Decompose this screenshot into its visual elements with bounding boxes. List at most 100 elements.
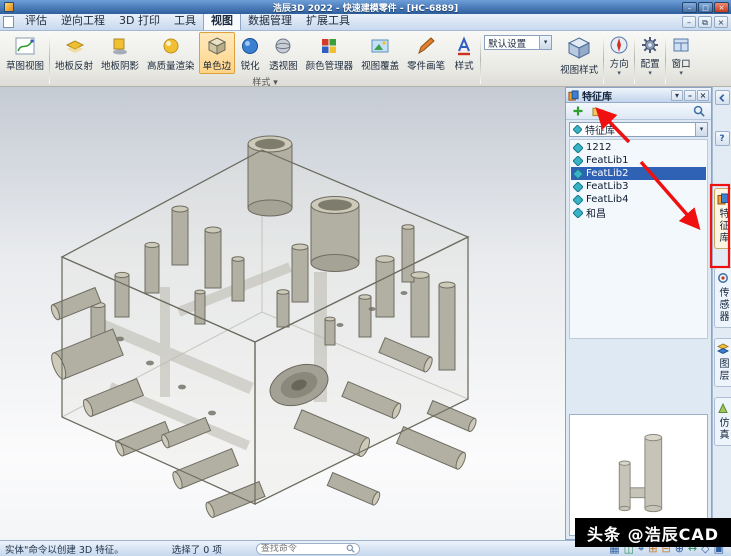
- perspective-icon: [275, 38, 291, 54]
- floor-reflection-button[interactable]: 地板反射: [51, 32, 97, 74]
- rail-tab-sensors[interactable]: 传感器: [713, 267, 731, 328]
- search-icon: [693, 105, 705, 117]
- color-manager-button[interactable]: 颜色管理器: [302, 32, 358, 74]
- list-item[interactable]: 1212: [571, 141, 706, 154]
- orientation-button[interactable]: 方向 ▾: [605, 32, 633, 78]
- document-icon[interactable]: [3, 16, 14, 28]
- menu-bar: 评估 逆向工程 3D 打印 工具 视图 数据管理 扩展工具 – ⧉ ×: [0, 10, 731, 31]
- ribbon-separator: [49, 34, 51, 84]
- list-item-selected[interactable]: FeatLib2: [571, 167, 706, 180]
- list-item[interactable]: FeatLib3: [571, 180, 706, 193]
- ribbon-separator: [603, 34, 605, 84]
- rail-tab-feature-library[interactable]: 特征库: [713, 188, 731, 249]
- dropdown-arrow-icon[interactable]: ▾: [695, 123, 707, 136]
- feature-library-panel: 特征库 ▾ – × 特征库 ▾ 1212 FeatLib1 FeatLib2 F…: [565, 87, 712, 540]
- panel-menu-button[interactable]: ▾: [671, 89, 683, 101]
- minimize-button[interactable]: –: [682, 1, 697, 13]
- panel-toolbar: [566, 103, 711, 120]
- ribbon-separator: [665, 34, 667, 84]
- panel-close-button[interactable]: ×: [697, 89, 709, 101]
- maximize-button[interactable]: □: [698, 1, 713, 13]
- sketch-view-button[interactable]: 草图视图: [2, 32, 48, 74]
- hq-render-icon: [163, 38, 179, 54]
- feature-library-icon: [717, 193, 728, 205]
- chevron-left-icon: [719, 93, 725, 102]
- library-item-icon: [573, 168, 583, 179]
- style-group-label[interactable]: 样式 ▾: [51, 75, 479, 88]
- sharpen-button[interactable]: 锐化: [235, 32, 265, 74]
- close-button[interactable]: ×: [714, 1, 729, 13]
- style-button[interactable]: 样式: [449, 32, 479, 74]
- search-icon: [346, 544, 355, 553]
- floor-shadow-button[interactable]: 地板阴影: [97, 32, 143, 74]
- part-brush-button[interactable]: 零件画笔: [403, 32, 449, 74]
- library-item-icon: [573, 207, 583, 218]
- floor-shadow-icon: [113, 38, 128, 55]
- layers-icon: [716, 343, 729, 355]
- combobox-arrow-icon[interactable]: ▾: [539, 36, 552, 49]
- library-item-icon: [573, 181, 583, 192]
- list-item[interactable]: 和昌: [571, 206, 706, 220]
- edge-bar: ? 特征库 传感器 图层 仿真: [712, 87, 731, 540]
- mono-edge-cube-icon: [207, 37, 226, 55]
- ribbon-separator: [634, 34, 636, 84]
- style-letter-icon: [458, 36, 471, 56]
- library-item-icon: [573, 142, 583, 153]
- sketch-view-icon: [15, 37, 35, 55]
- plus-icon: [573, 106, 583, 116]
- render-setting-combobox[interactable]: 默认设置 ▾: [484, 35, 553, 50]
- folder-icon: [592, 107, 604, 117]
- view-overlay-icon: [371, 39, 389, 53]
- rail-tab-layers[interactable]: 图层: [713, 338, 731, 387]
- panel-title: 特征库: [582, 91, 612, 103]
- panel-pin-button[interactable]: –: [684, 89, 696, 101]
- window-button[interactable]: 窗口 ▾: [667, 32, 695, 78]
- child-restore-button[interactable]: ⧉: [698, 16, 712, 28]
- window-panes-icon: [673, 38, 689, 52]
- window-title: 浩辰3D 2022 - 快速建模零件 - [HC-6889]: [272, 3, 459, 14]
- hq-render-button[interactable]: 高质量渲染: [143, 32, 199, 74]
- mono-edge-button[interactable]: 单色边: [198, 32, 236, 74]
- ribbon: 草图视图 地板反射 地板阴影 高质量渲染 单色边 锐化 透视图 颜色管理器 视图…: [0, 31, 731, 88]
- command-search-input[interactable]: [260, 543, 346, 554]
- configuration-button[interactable]: 配置 ▾: [636, 32, 664, 78]
- library-dropdown[interactable]: 特征库 ▾: [569, 122, 708, 137]
- search-library-button[interactable]: [691, 104, 707, 118]
- child-minimize-button[interactable]: –: [682, 16, 696, 28]
- feature-library-icon: [568, 89, 579, 101]
- selection-count: 选择了 0 项: [171, 544, 222, 556]
- collapse-panel-button[interactable]: [714, 90, 730, 105]
- 3d-model: [50, 135, 477, 519]
- child-close-button[interactable]: ×: [714, 16, 728, 28]
- watermark: 头条 @浩辰CAD: [575, 518, 731, 547]
- library-item-icon: [573, 194, 583, 205]
- configuration-gear-icon: [642, 37, 659, 53]
- perspective-button[interactable]: 透视图: [265, 32, 302, 74]
- view-style-icon: [568, 37, 591, 59]
- feature-preview-model: [618, 433, 663, 513]
- floor-reflection-icon: [65, 40, 85, 53]
- part-brush-pen-icon: [418, 37, 435, 55]
- view-style-button[interactable]: 视图样式: [556, 32, 602, 78]
- open-library-button[interactable]: [590, 104, 606, 118]
- model-viewport[interactable]: [0, 87, 565, 540]
- help-button[interactable]: ?: [714, 131, 730, 146]
- status-message: 实体"命令以创建 3D 特征。: [5, 544, 124, 556]
- list-item[interactable]: FeatLib1: [571, 154, 706, 167]
- ribbon-separator: [480, 34, 482, 84]
- library-item-icon: [573, 155, 583, 166]
- view-overlay-button[interactable]: 视图覆盖: [357, 32, 403, 74]
- color-manager-icon: [322, 39, 337, 53]
- add-library-button[interactable]: [570, 104, 586, 118]
- title-bar: 浩辰3D 2022 - 快速建模零件 - [HC-6889] – □ ×: [0, 0, 731, 14]
- command-search-box[interactable]: [255, 542, 360, 555]
- app-icon: [4, 2, 14, 12]
- sensor-icon: [717, 273, 728, 283]
- sharpen-sphere-icon: [242, 38, 259, 54]
- panel-header[interactable]: 特征库 ▾ – ×: [566, 88, 711, 103]
- rail-tab-simulation[interactable]: 仿真: [713, 397, 731, 446]
- orientation-compass-icon: [610, 36, 628, 54]
- simulation-icon: [717, 402, 728, 413]
- library-list: 1212 FeatLib1 FeatLib2 FeatLib3 FeatLib4…: [569, 139, 708, 339]
- library-item-icon: [573, 125, 582, 134]
